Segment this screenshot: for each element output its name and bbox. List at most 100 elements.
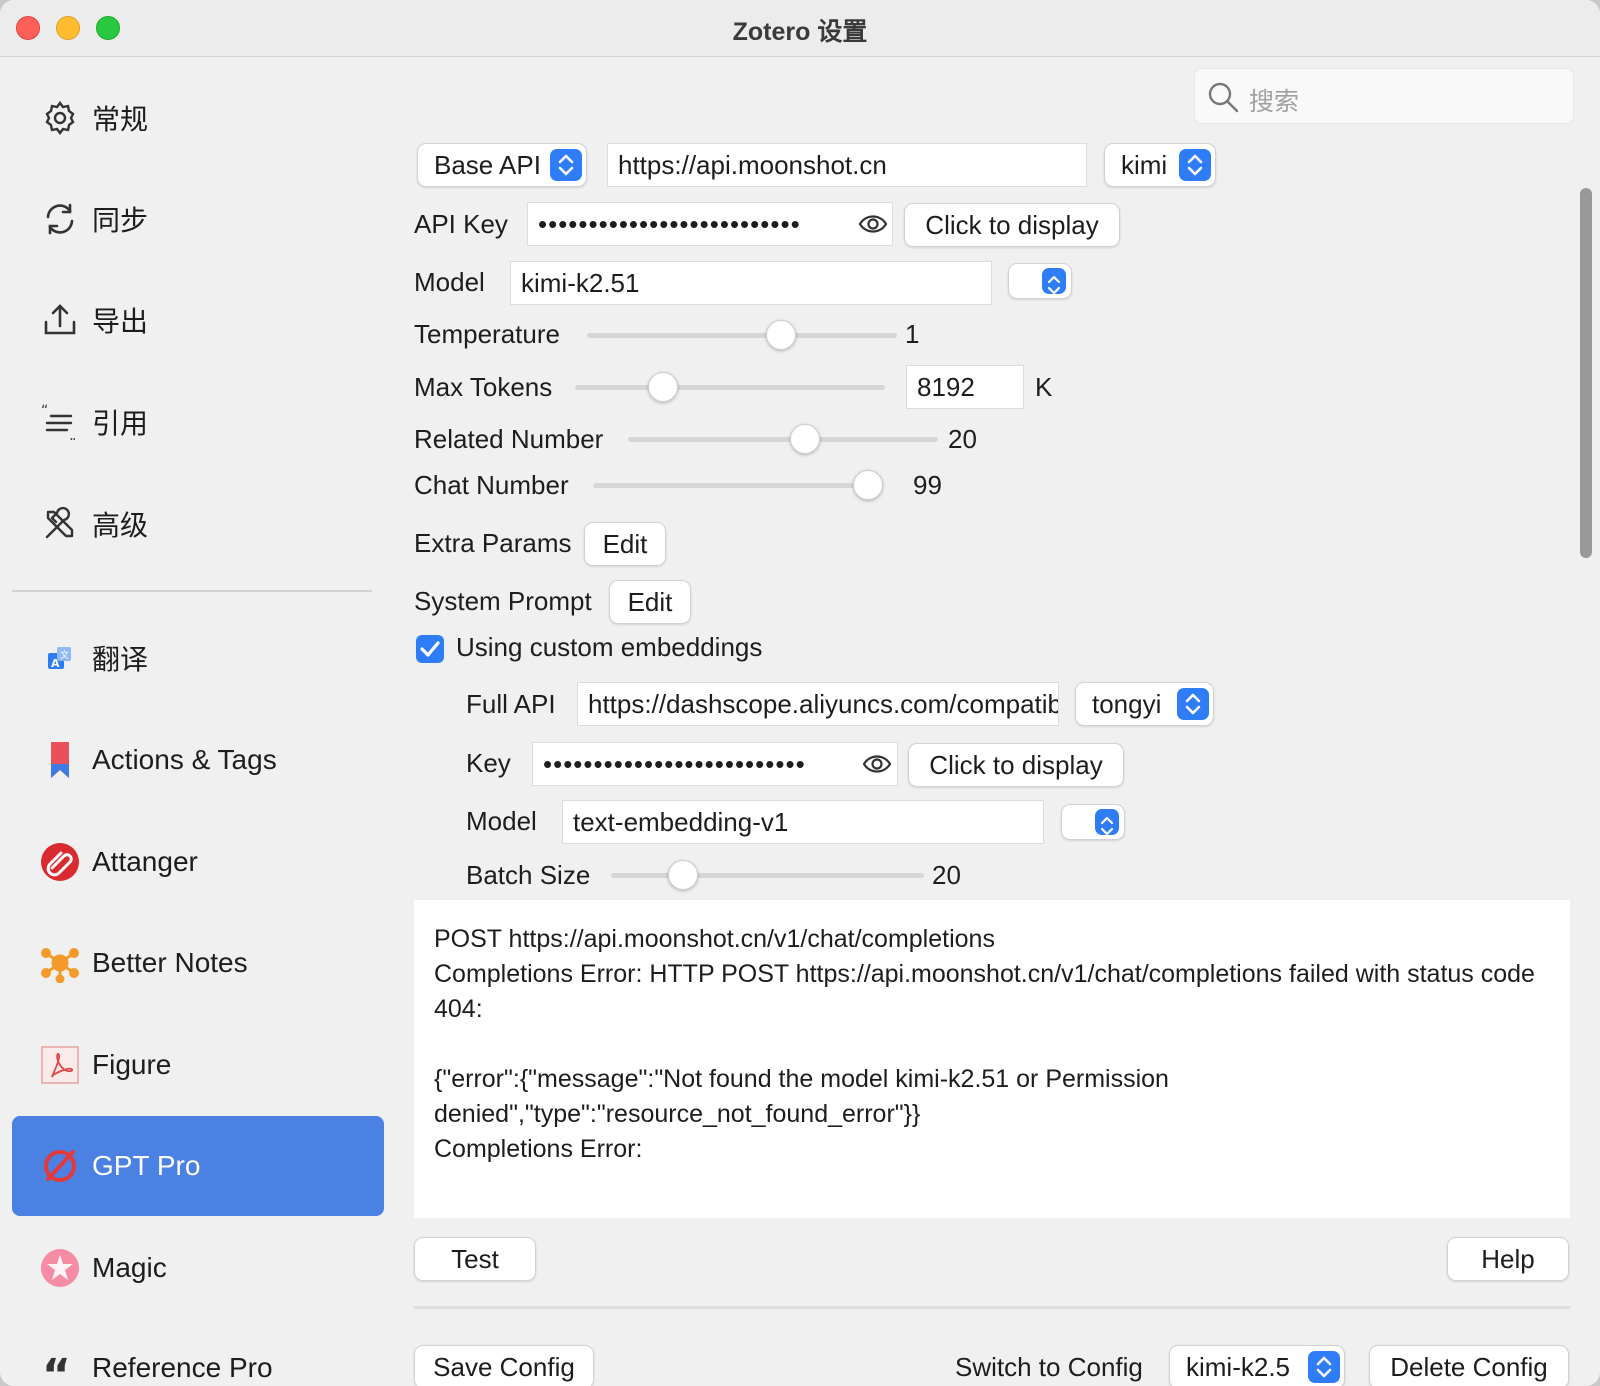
chat-number-value: 99	[913, 470, 942, 500]
window-title: Zotero 设置	[732, 18, 868, 46]
system-prompt-edit-button[interactable]: Edit	[609, 580, 691, 624]
full-api-label: Full API	[466, 689, 556, 719]
base-api-select[interactable]: Base API	[417, 143, 587, 187]
max-tokens-slider[interactable]	[575, 372, 885, 402]
eye-icon[interactable]	[862, 752, 892, 781]
sidebar-item-label: 导出	[92, 306, 149, 337]
embedding-model-field[interactable]: text-embedding-v1	[562, 800, 1044, 844]
sidebar-item-better-notes[interactable]: Better Notes	[12, 913, 384, 1013]
quote-icon: “	[40, 1348, 80, 1386]
slider-thumb[interactable]	[667, 860, 698, 890]
sidebar-item-magic[interactable]: Magic	[12, 1218, 384, 1318]
save-config-button[interactable]: Save Config	[414, 1345, 594, 1386]
slider-thumb[interactable]	[647, 372, 678, 402]
sidebar-item-label: 高级	[92, 510, 149, 541]
sidebar-item-gpt-pro[interactable]: GPT Pro	[12, 1116, 384, 1216]
slider-thumb[interactable]	[853, 470, 883, 500]
sidebar-item-figure[interactable]: Figure	[12, 1015, 384, 1115]
sidebar-item-label: Figure	[92, 1049, 172, 1080]
model-label: Model	[414, 267, 485, 297]
system-prompt-label: System Prompt	[414, 586, 592, 616]
base-api-provider-select[interactable]: kimi	[1104, 143, 1216, 187]
batch-size-slider[interactable]	[611, 860, 924, 890]
sidebar-item-general[interactable]: 常规	[12, 68, 384, 168]
search-placeholder: 搜索	[1249, 88, 1300, 116]
search-icon	[1205, 79, 1241, 120]
output-log[interactable]: POST https://api.moonshot.cn/v1/chat/com…	[414, 900, 1570, 1218]
sidebar-item-sync[interactable]: 同步	[12, 169, 384, 269]
temperature-slider[interactable]	[587, 320, 897, 350]
embedding-key-label: Key	[466, 748, 511, 778]
model-select[interactable]	[1008, 263, 1072, 299]
sidebar-item-attanger[interactable]: Attanger	[12, 812, 384, 912]
embedding-model-select[interactable]	[1061, 804, 1125, 840]
sidebar-item-label: Attanger	[92, 846, 198, 877]
batch-size-value: 20	[932, 860, 961, 890]
chat-number-slider[interactable]	[593, 470, 883, 500]
vertical-scrollbar[interactable]	[1580, 188, 1592, 558]
gear-icon	[40, 98, 80, 138]
embedding-key-field[interactable]: ••••••••••••••••••••••••••	[532, 742, 898, 786]
full-api-provider-select[interactable]: tongyi	[1075, 682, 1214, 726]
sidebar-item-reference-pro[interactable]: “ Reference Pro	[12, 1318, 384, 1386]
chevron-up-down-icon	[1308, 1351, 1340, 1383]
sidebar-item-label: 同步	[92, 205, 149, 236]
svg-text:A: A	[51, 657, 60, 670]
config-value: kimi-k2.5	[1186, 1352, 1291, 1382]
sidebar-item-label: Actions & Tags	[92, 744, 277, 775]
sidebar-divider	[12, 590, 372, 592]
sidebar-item-label: Magic	[92, 1252, 167, 1283]
slider-track	[593, 483, 883, 488]
base-api-url-field[interactable]: https://api.moonshot.cn	[607, 143, 1087, 187]
section-divider	[414, 1306, 1570, 1309]
slider-thumb[interactable]	[766, 320, 797, 350]
pdf-icon	[40, 1045, 80, 1085]
better-notes-icon	[40, 943, 80, 983]
tools-icon	[40, 504, 80, 544]
sidebar-item-export[interactable]: 导出	[12, 270, 384, 370]
sidebar-item-label: 引用	[92, 408, 149, 439]
chevron-up-down-icon	[550, 149, 582, 181]
temperature-label: Temperature	[414, 319, 560, 349]
max-tokens-label: Max Tokens	[414, 372, 553, 402]
model-field[interactable]: kimi-k2.51	[510, 261, 992, 305]
title-bar: Zotero 设置	[0, 0, 1600, 57]
output-line: Completions Error: HTTP POST https://api…	[434, 960, 1542, 1023]
switch-to-config-select[interactable]: kimi-k2.5	[1169, 1345, 1345, 1386]
custom-embeddings-checkbox[interactable]	[416, 635, 444, 663]
embedding-key-display-button[interactable]: Click to display	[908, 743, 1124, 787]
max-tokens-unit: K	[1035, 372, 1053, 402]
base-api-select-label: Base API	[434, 150, 541, 180]
extra-params-edit-button[interactable]: Edit	[584, 522, 666, 566]
switch-to-config-label: Switch to Config	[955, 1352, 1143, 1382]
api-key-label: API Key	[414, 209, 508, 239]
test-button[interactable]: Test	[414, 1237, 536, 1281]
sidebar-item-cite[interactable]: “ „ 引用	[12, 372, 384, 472]
attanger-icon	[40, 842, 80, 882]
bookmark-icon	[40, 740, 80, 780]
chevron-up-down-icon	[1095, 809, 1119, 836]
svg-text:“: “	[42, 1350, 71, 1386]
export-icon	[40, 300, 80, 340]
eye-icon[interactable]	[858, 212, 888, 241]
chevron-up-down-icon	[1177, 688, 1209, 720]
full-api-url-field[interactable]: https://dashscope.aliyuncs.com/compatibl…	[577, 682, 1059, 726]
sidebar-item-actions-tags[interactable]: Actions & Tags	[12, 710, 384, 810]
provider-value: kimi	[1121, 150, 1168, 180]
help-button[interactable]: Help	[1447, 1237, 1569, 1281]
output-line: {"error":{"message":"Not found the model…	[434, 1065, 1176, 1128]
related-number-slider[interactable]	[628, 424, 938, 454]
sidebar-item-label: Better Notes	[92, 947, 248, 978]
api-key-field[interactable]: ••••••••••••••••••••••••••	[527, 202, 893, 246]
api-key-display-button[interactable]: Click to display	[904, 203, 1120, 247]
sidebar-item-translate[interactable]: A 文 翻译	[12, 608, 384, 708]
related-number-value: 20	[948, 424, 977, 454]
sidebar-item-advanced[interactable]: 高级	[12, 474, 384, 574]
max-tokens-field[interactable]: 8192	[906, 365, 1024, 409]
search-field[interactable]: 搜索	[1194, 68, 1574, 124]
delete-config-button[interactable]: Delete Config	[1369, 1345, 1569, 1386]
chevron-up-down-icon	[1179, 149, 1211, 181]
sync-icon	[40, 199, 80, 239]
slider-thumb[interactable]	[790, 424, 821, 454]
sidebar-item-label: 常规	[92, 104, 149, 135]
